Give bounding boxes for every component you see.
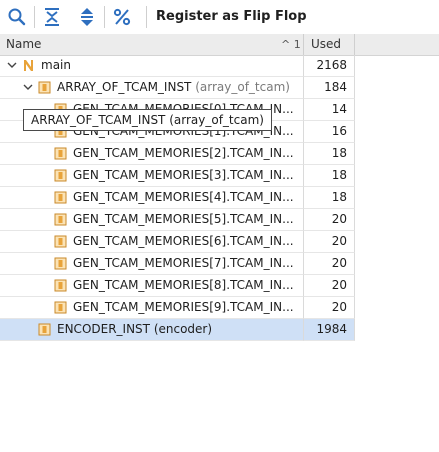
table-row-gen-tcam-4[interactable]: GEN_TCAM_MEMORIES[4].TCAM_IN... 18 — [0, 187, 355, 209]
tooltip: ARRAY_OF_TCAM_INST (array_of_tcam) — [23, 109, 272, 131]
toolbar-separator — [146, 6, 147, 28]
row-label: GEN_TCAM_MEMORIES[6].TCAM_IN... — [73, 234, 294, 248]
row-label: GEN_TCAM_MEMORIES[4].TCAM_IN... — [73, 190, 294, 204]
row-label: ARRAY_OF_TCAM_INST (array_of_tcam) — [57, 80, 290, 94]
used-cell: 2168 — [304, 55, 355, 77]
instance-icon — [54, 235, 67, 248]
row-label: GEN_TCAM_MEMORIES[5].TCAM_IN... — [73, 212, 294, 226]
row-label: GEN_TCAM_MEMORIES[7].TCAM_IN... — [73, 256, 294, 270]
row-label: ENCODER_INST (encoder) — [57, 322, 213, 336]
toolbar-separator — [104, 6, 105, 28]
table-row-main[interactable]: main 2168 — [0, 55, 355, 77]
table-row-gen-tcam-2[interactable]: GEN_TCAM_MEMORIES[2].TCAM_IN... 18 — [0, 143, 355, 165]
toolbar: Register as Flip Flop — [0, 0, 439, 35]
used-cell: 16 — [304, 121, 355, 143]
row-label: GEN_TCAM_MEMORIES[8].TCAM_IN... — [73, 278, 294, 292]
instance-icon — [38, 81, 51, 94]
toolbar-title: Register as Flip Flop — [156, 9, 307, 24]
expand-all-icon[interactable] — [75, 5, 99, 29]
name-cell: GEN_TCAM_MEMORIES[2].TCAM_IN... — [0, 143, 304, 165]
used-cell: 18 — [304, 165, 355, 187]
table-row-gen-tcam-9[interactable]: GEN_TCAM_MEMORIES[9].TCAM_IN... 20 — [0, 297, 355, 319]
name-cell: GEN_TCAM_MEMORIES[8].TCAM_IN... — [0, 275, 304, 297]
chevron-down-icon[interactable] — [6, 59, 18, 71]
name-cell: GEN_TCAM_MEMORIES[3].TCAM_IN... — [0, 165, 304, 187]
top-module-icon — [24, 60, 33, 71]
name-cell: main — [0, 55, 304, 77]
name-cell: ARRAY_OF_TCAM_INST (array_of_tcam) — [0, 77, 304, 99]
used-cell: 14 — [304, 99, 355, 121]
table-row-array-of-tcam[interactable]: ARRAY_OF_TCAM_INST (array_of_tcam) 184 — [0, 77, 355, 99]
name-cell: ENCODER_INST (encoder) — [0, 319, 304, 341]
row-label: GEN_TCAM_MEMORIES[3].TCAM_IN... — [73, 168, 294, 182]
instance-icon — [54, 191, 67, 204]
row-label: GEN_TCAM_MEMORIES[2].TCAM_IN... — [73, 146, 294, 160]
used-cell: 184 — [304, 77, 355, 99]
instance-icon — [54, 301, 67, 314]
toolbar-separator — [34, 6, 35, 28]
table-row-gen-tcam-5[interactable]: GEN_TCAM_MEMORIES[5].TCAM_IN... 20 — [0, 209, 355, 231]
row-label: main — [41, 58, 71, 72]
name-cell: GEN_TCAM_MEMORIES[5].TCAM_IN... — [0, 209, 304, 231]
table-row-encoder-inst[interactable]: ENCODER_INST (encoder) 1984 — [0, 319, 355, 341]
used-cell: 20 — [304, 253, 355, 275]
used-cell: 20 — [304, 297, 355, 319]
table-row-gen-tcam-6[interactable]: GEN_TCAM_MEMORIES[6].TCAM_IN... 20 — [0, 231, 355, 253]
table-header: Name ^ 1 Used — [0, 34, 439, 56]
name-cell: GEN_TCAM_MEMORIES[9].TCAM_IN... — [0, 297, 304, 319]
name-cell: GEN_TCAM_MEMORIES[4].TCAM_IN... — [0, 187, 304, 209]
collapse-all-icon[interactable] — [40, 5, 64, 29]
name-cell: GEN_TCAM_MEMORIES[7].TCAM_IN... — [0, 253, 304, 275]
column-header-used[interactable]: Used — [304, 34, 355, 55]
sort-indicator-icon: ^ 1 — [281, 38, 301, 51]
column-header-name[interactable]: Name ^ 1 — [0, 34, 304, 55]
used-cell: 18 — [304, 143, 355, 165]
instance-icon — [54, 213, 67, 226]
used-cell: 18 — [304, 187, 355, 209]
used-cell: 1984 — [304, 319, 355, 341]
name-cell: GEN_TCAM_MEMORIES[6].TCAM_IN... — [0, 231, 304, 253]
instance-icon — [54, 169, 67, 182]
chevron-down-icon[interactable] — [22, 81, 34, 93]
instance-icon — [54, 257, 67, 270]
used-cell: 20 — [304, 275, 355, 297]
table-row-gen-tcam-7[interactable]: GEN_TCAM_MEMORIES[7].TCAM_IN... 20 — [0, 253, 355, 275]
table-row-gen-tcam-3[interactable]: GEN_TCAM_MEMORIES[3].TCAM_IN... 18 — [0, 165, 355, 187]
percent-icon[interactable] — [110, 5, 134, 29]
column-name-label: Name — [6, 37, 42, 51]
used-cell: 20 — [304, 209, 355, 231]
instance-icon — [54, 279, 67, 292]
instance-icon — [54, 147, 67, 160]
row-label: GEN_TCAM_MEMORIES[9].TCAM_IN... — [73, 300, 294, 314]
table-row-gen-tcam-8[interactable]: GEN_TCAM_MEMORIES[8].TCAM_IN... 20 — [0, 275, 355, 297]
column-used-label: Used — [311, 37, 342, 51]
instance-icon — [38, 323, 51, 336]
used-cell: 20 — [304, 231, 355, 253]
search-icon[interactable] — [5, 5, 29, 29]
